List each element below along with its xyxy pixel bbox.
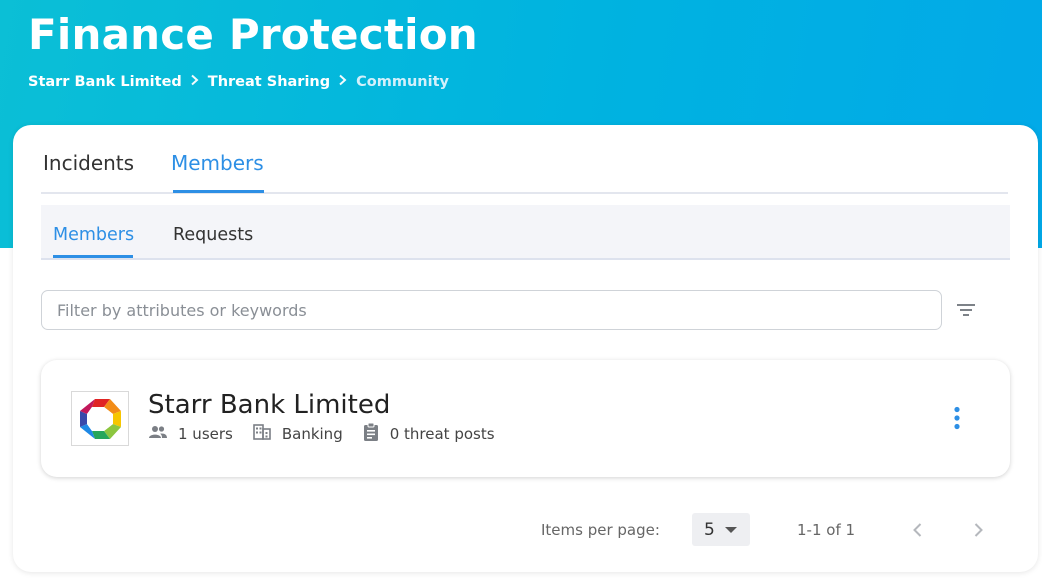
- active-tab-indicator: [173, 190, 264, 193]
- main-tabs: Incidents Members: [41, 145, 1008, 194]
- member-name[interactable]: Starr Bank Limited: [148, 390, 390, 420]
- chevron-left-icon: [913, 523, 922, 537]
- member-threat-posts: 0 threat posts: [363, 422, 495, 445]
- next-page-button[interactable]: [969, 521, 987, 539]
- breadcrumb-item-organization[interactable]: Starr Bank Limited: [28, 74, 182, 90]
- clipboard-icon: [363, 422, 390, 445]
- member-card[interactable]: Starr Bank Limited 1 users Banking 0 thr…: [41, 360, 1010, 477]
- member-threat-posts-count: 0 threat posts: [389, 425, 495, 443]
- member-sector-label: Banking: [281, 425, 343, 443]
- people-icon: [149, 425, 178, 443]
- member-subtabs: Members Requests: [41, 205, 1010, 260]
- chevron-right-icon: [338, 74, 348, 90]
- filter-list-icon[interactable]: [955, 300, 977, 320]
- subtab-members[interactable]: Members: [53, 225, 134, 245]
- breadcrumb: Starr Bank Limited Threat Sharing Commun…: [28, 74, 449, 90]
- chevron-right-icon: [974, 523, 983, 537]
- page-title: Finance Protection: [28, 10, 478, 59]
- community-card: Incidents Members Members Requests Filte…: [13, 125, 1038, 572]
- items-per-page-value: 5: [704, 519, 715, 540]
- items-per-page-label: Items per page:: [541, 521, 660, 539]
- active-subtab-indicator: [53, 255, 133, 258]
- paginator: Items per page: 5 1-1 of 1: [13, 513, 1038, 547]
- breadcrumb-item-threat-sharing[interactable]: Threat Sharing: [208, 74, 330, 90]
- organization-logo: [71, 391, 129, 446]
- more-options-icon[interactable]: [951, 406, 963, 430]
- tab-members[interactable]: Members: [171, 151, 264, 175]
- member-users: 1 users: [149, 425, 233, 443]
- previous-page-button[interactable]: [909, 521, 927, 539]
- subtab-requests[interactable]: Requests: [173, 225, 253, 245]
- chevron-right-icon: [190, 74, 200, 90]
- building-icon: [253, 424, 282, 444]
- breadcrumb-item-community: Community: [356, 74, 449, 90]
- tab-incidents[interactable]: Incidents: [43, 151, 134, 175]
- items-per-page-select[interactable]: 5: [692, 513, 750, 546]
- page-range: 1-1 of 1: [797, 521, 856, 539]
- filter-field[interactable]: [41, 290, 942, 330]
- filter-input[interactable]: [57, 300, 941, 320]
- member-users-count: 1 users: [178, 425, 233, 443]
- caret-down-icon: [725, 527, 737, 533]
- member-meta: 1 users Banking 0 threat posts: [149, 422, 515, 445]
- member-sector: Banking: [253, 424, 343, 444]
